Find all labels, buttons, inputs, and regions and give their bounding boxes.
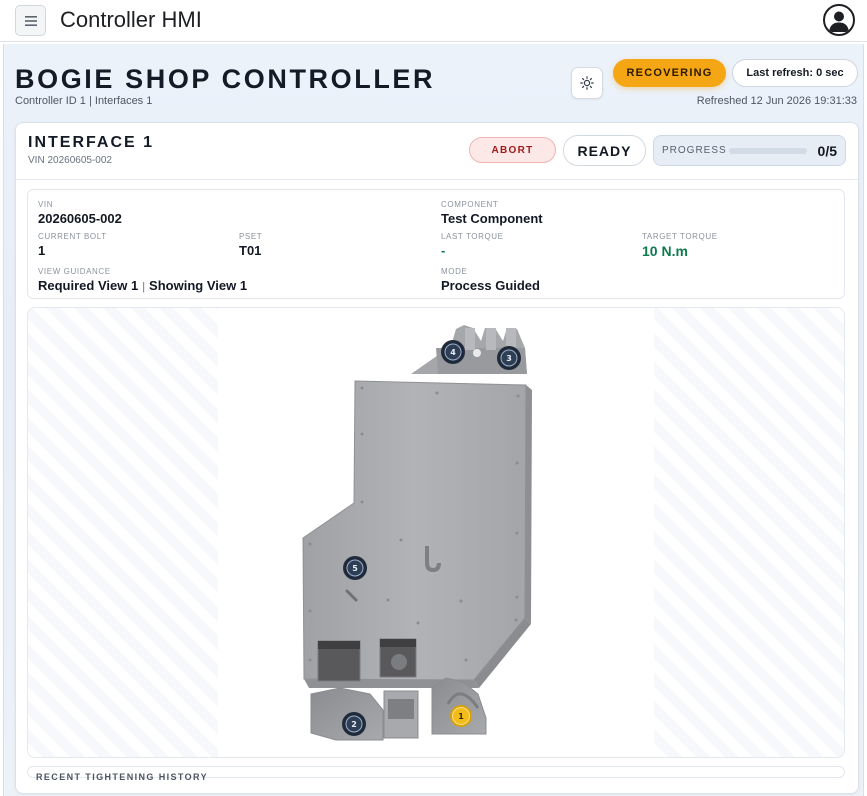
target-torque-value: 10 N.m [642, 243, 688, 259]
bolt-marker-label: 2 [351, 720, 357, 729]
target-torque-label: TARGET TORQUE [642, 232, 718, 241]
bolt-marker-label: 5 [352, 564, 358, 573]
last-refresh-badge[interactable]: Last refresh: 0 sec [732, 59, 858, 87]
main-plate [302, 380, 532, 688]
showing-view: Showing View 1 [149, 278, 248, 293]
last-torque-label: LAST TORQUE [441, 232, 504, 241]
mode-label: MODE [441, 267, 468, 276]
app-title: Controller HMI [60, 7, 202, 32]
status-badge: RECOVERING [613, 59, 726, 87]
pset-label: PSET [239, 232, 263, 241]
app-bar: Controller HMI [0, 0, 867, 42]
pset-value: T01 [239, 243, 262, 258]
vin-label: VIN [38, 200, 54, 209]
bolt-marker-4[interactable]: 4 [441, 340, 465, 364]
bolt-marker-5[interactable]: 5 [343, 556, 367, 580]
component-value: Test Component [441, 211, 543, 226]
view-guidance-value: Required View 1 | Showing View 1 [38, 278, 247, 293]
interface-card: INTERFACE 1 VIN 20260605-002 ABORT READY… [15, 122, 859, 794]
controller-title: BOGIE SHOP CONTROLLER [15, 64, 436, 94]
abort-button[interactable]: ABORT [469, 137, 556, 163]
theme-toggle-button[interactable] [571, 67, 603, 99]
progress-bar [729, 148, 807, 154]
bolt-marker-label: 3 [506, 354, 512, 363]
hamburger-icon[interactable] [15, 5, 46, 36]
bolt-marker-1[interactable]: 1 [450, 705, 472, 727]
last-torque-value: - [441, 243, 446, 258]
interface-header: INTERFACE 1 VIN 20260605-002 ABORT READY… [16, 123, 858, 180]
component-model: 1 2 3 4 5 [302, 325, 532, 741]
progress-label: PROGRESS [662, 145, 727, 156]
component-label: COMPONENT [441, 200, 499, 209]
interface-title: INTERFACE 1 [28, 134, 155, 151]
controller-subtitle: Controller ID 1 | Interfaces 1 [15, 95, 153, 107]
vin-value: 20260605-002 [38, 211, 122, 226]
view-separator: | [142, 281, 146, 293]
view-guidance-label: VIEW GUIDANCE [38, 267, 111, 276]
bolt-marker-label: 1 [458, 712, 464, 721]
current-bolt-label: CURRENT BOLT [38, 232, 107, 241]
interface-vin: VIN 20260605-002 [28, 155, 112, 166]
refreshed-timestamp: Refreshed 12 Jun 2026 19:31:33 [696, 95, 857, 107]
user-avatar-icon[interactable] [823, 4, 855, 36]
bolt-marker-label: 4 [450, 348, 456, 357]
sun-icon [580, 76, 594, 90]
bolt-marker-3[interactable]: 3 [497, 346, 521, 370]
required-view: Required View 1 [38, 278, 139, 293]
progress-indicator: PROGRESS 0/5 [653, 135, 846, 166]
mode-value: Process Guided [441, 278, 540, 293]
details-panel: VIN 20260605-002 COMPONENT Test Componen… [27, 189, 845, 299]
current-bolt-value: 1 [38, 243, 46, 258]
bolt-marker-2[interactable]: 2 [342, 712, 366, 736]
ready-button[interactable]: READY [563, 135, 646, 166]
history-label: RECENT TIGHTENING HISTORY [36, 772, 209, 782]
progress-count: 0/5 [817, 143, 837, 159]
component-viewer[interactable]: 1 2 3 4 5 [27, 307, 845, 758]
